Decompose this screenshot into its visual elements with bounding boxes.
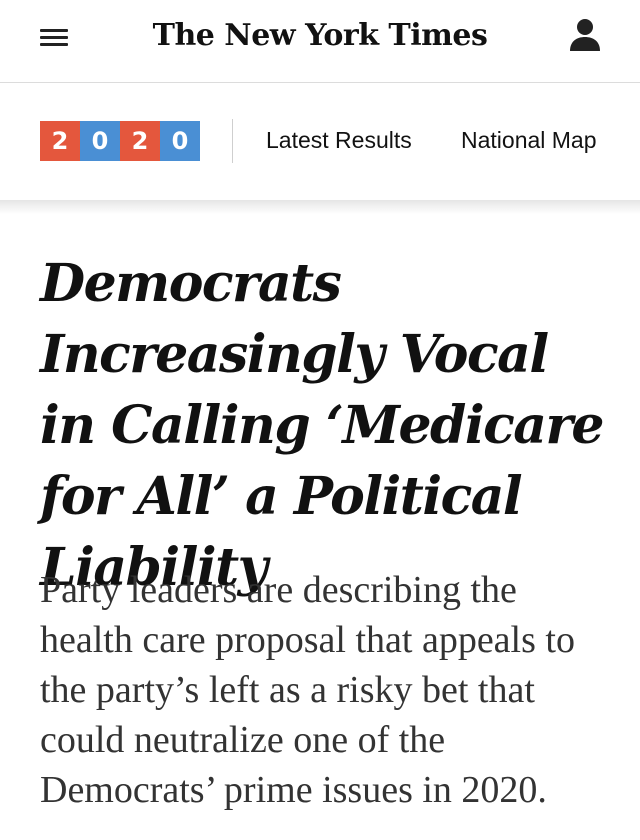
article-headline: Democrats Increasingly Vocal in Calling … xyxy=(40,253,604,598)
badge-digit: 0 xyxy=(80,121,120,161)
menu-line xyxy=(40,29,68,32)
latest-results-link[interactable]: Latest Results xyxy=(266,125,412,155)
nyt-logo[interactable]: The New York Times xyxy=(150,14,490,58)
national-map-link[interactable]: National Map xyxy=(461,125,597,155)
election-2020-nav: 2 0 2 0 Latest Results National Map xyxy=(0,83,640,200)
badge-digit: 0 xyxy=(160,121,200,161)
election-2020-badge[interactable]: 2 0 2 0 xyxy=(40,121,200,161)
nav-shadow xyxy=(0,200,640,214)
user-silhouette-icon xyxy=(570,19,600,51)
badge-digit: 2 xyxy=(40,121,80,161)
hamburger-menu-icon[interactable] xyxy=(40,26,70,50)
menu-line xyxy=(40,43,68,46)
badge-digit: 2 xyxy=(120,121,160,161)
masthead-bar: The New York Times xyxy=(0,0,640,83)
user-account-icon[interactable] xyxy=(569,18,601,52)
article-summary: Party leaders are describing the health … xyxy=(40,569,575,811)
menu-line xyxy=(40,36,68,39)
nav-divider xyxy=(232,119,233,163)
